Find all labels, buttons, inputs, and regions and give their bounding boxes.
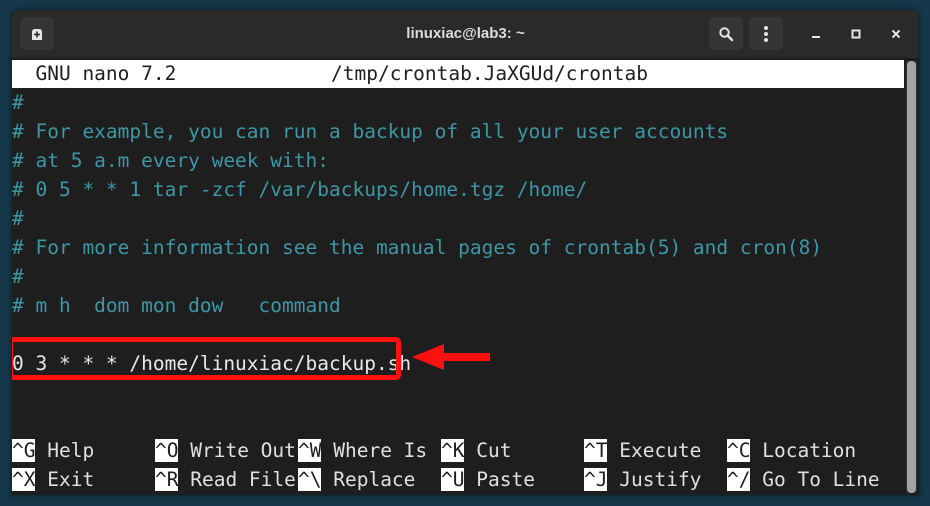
shortcut-key: ^O bbox=[155, 439, 179, 462]
editor-line[interactable]: # bbox=[12, 88, 24, 117]
shortcut-key: ^C bbox=[727, 439, 751, 462]
shortcut-key: ^\ bbox=[298, 468, 322, 491]
title-bar: linuxiac@lab3: ~ bbox=[12, 10, 919, 59]
terminal-window: linuxiac@lab3: ~ GNU nano 7.2/tmp/cronta… bbox=[12, 10, 919, 495]
editor-line[interactable]: # For example, you can run a backup of a… bbox=[12, 117, 728, 146]
shortcut-execute[interactable]: ^T Execute bbox=[584, 436, 701, 465]
shortcut-key: ^X bbox=[12, 468, 36, 491]
shortcut-justify[interactable]: ^J Justify bbox=[584, 465, 701, 494]
editor-line[interactable]: # bbox=[12, 262, 24, 291]
shortcut-key: ^G bbox=[12, 439, 36, 462]
minimize-button[interactable] bbox=[804, 22, 828, 46]
shortcut-label: Write Out bbox=[190, 439, 296, 462]
shortcut-key: ^/ bbox=[727, 468, 751, 491]
scrollbar[interactable] bbox=[906, 61, 917, 493]
shortcut-where-is[interactable]: ^W Where Is bbox=[298, 436, 427, 465]
shortcut-read-file[interactable]: ^R Read File bbox=[155, 465, 296, 494]
shortcut-label: Paste bbox=[476, 468, 535, 491]
editor-line[interactable]: # m h dom mon dow command bbox=[12, 291, 341, 320]
shortcut-key: ^U bbox=[441, 468, 465, 491]
menu-button[interactable] bbox=[749, 17, 783, 50]
shortcut-replace[interactable]: ^\ Replace bbox=[298, 465, 415, 494]
scrollbar-thumb[interactable] bbox=[907, 61, 916, 493]
shortcut-label: Justify bbox=[619, 468, 702, 491]
shortcut-label: Exit bbox=[47, 468, 95, 491]
shortcut-label: Go To Line bbox=[762, 468, 880, 491]
shortcut-help[interactable]: ^G Help bbox=[12, 436, 94, 465]
minimize-icon bbox=[812, 36, 820, 38]
shortcut-paste[interactable]: ^U Paste bbox=[441, 465, 535, 494]
maximize-icon bbox=[851, 29, 861, 39]
shortcut-label: Location bbox=[762, 439, 857, 462]
editor-line[interactable]: # 0 5 * * 1 tar -zcf /var/backups/home.t… bbox=[12, 175, 587, 204]
shortcut-write-out[interactable]: ^O Write Out bbox=[155, 436, 296, 465]
shortcut-key: ^K bbox=[441, 439, 465, 462]
search-button[interactable] bbox=[709, 17, 743, 50]
kebab-menu-icon bbox=[764, 25, 768, 42]
shortcut-location[interactable]: ^C Location bbox=[727, 436, 856, 465]
shortcut-key: ^J bbox=[584, 468, 608, 491]
nano-header: GNU nano 7.2/tmp/crontab.JaXGUd/crontab bbox=[12, 60, 904, 88]
highlight-box bbox=[12, 337, 401, 380]
terminal-content[interactable]: GNU nano 7.2/tmp/crontab.JaXGUd/crontab … bbox=[12, 59, 904, 495]
nano-filename: /tmp/crontab.JaXGUd/crontab bbox=[331, 62, 648, 85]
shortcut-label: Where Is bbox=[333, 439, 428, 462]
shortcut-label: Cut bbox=[476, 439, 512, 462]
arrow-left-icon bbox=[412, 344, 490, 370]
shortcut-row-2: ^X Exit ^R Read File ^\ Replace ^U Paste… bbox=[12, 465, 904, 494]
editor-line[interactable]: # bbox=[12, 204, 24, 233]
search-icon bbox=[719, 26, 734, 41]
shortcut-cut[interactable]: ^K Cut bbox=[441, 436, 511, 465]
shortcut-go-to-line[interactable]: ^/ Go To Line bbox=[727, 465, 880, 494]
nano-version: GNU nano 7.2 bbox=[12, 62, 177, 85]
shortcut-key: ^T bbox=[584, 439, 608, 462]
maximize-button[interactable] bbox=[844, 22, 868, 46]
editor-line[interactable]: # at 5 a.m every week with: bbox=[12, 146, 329, 175]
editor-line[interactable]: # For more information see the manual pa… bbox=[12, 233, 822, 262]
close-icon bbox=[891, 29, 901, 39]
shortcut-exit[interactable]: ^X Exit bbox=[12, 465, 94, 494]
shortcut-label: Execute bbox=[619, 439, 702, 462]
shortcut-key: ^W bbox=[298, 439, 322, 462]
shortcut-label: Help bbox=[47, 439, 95, 462]
shortcut-label: Read File bbox=[190, 468, 296, 491]
close-button[interactable] bbox=[884, 22, 908, 46]
shortcut-row-1: ^G Help ^O Write Out ^W Where Is ^K Cut … bbox=[12, 436, 904, 465]
shortcut-key: ^R bbox=[155, 468, 179, 491]
shortcut-label: Replace bbox=[333, 468, 416, 491]
